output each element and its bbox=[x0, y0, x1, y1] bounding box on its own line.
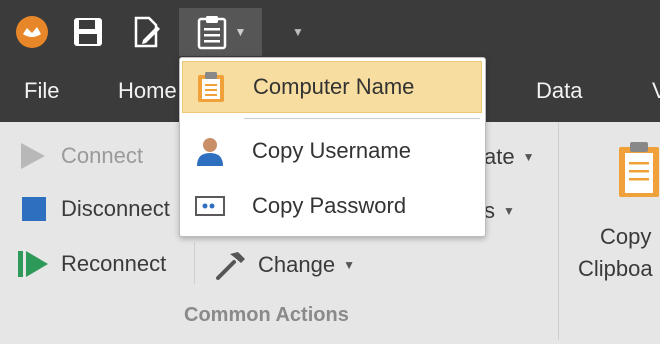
menu-item-computer-name[interactable]: Computer Name bbox=[182, 61, 482, 113]
stop-icon bbox=[22, 197, 46, 221]
connect-button[interactable]: Connect bbox=[16, 140, 143, 172]
save-icon bbox=[74, 18, 102, 46]
ribbon-group-divider bbox=[558, 122, 559, 340]
menu-item-copy-username[interactable]: Copy Username bbox=[182, 125, 482, 177]
menu-separator bbox=[244, 118, 480, 119]
partial-update-button[interactable]: ate ▼ bbox=[484, 144, 534, 170]
menu-home[interactable]: Home bbox=[118, 78, 177, 104]
menu-item-label: Copy Password bbox=[252, 193, 407, 218]
change-label: Change bbox=[258, 252, 336, 277]
chevron-down-icon: ▼ bbox=[343, 258, 355, 272]
group-label-common-actions: Common Actions bbox=[184, 304, 349, 326]
edit-document-icon bbox=[134, 16, 160, 48]
copy-label-line2: Clipboa bbox=[578, 256, 653, 281]
hammer-icon bbox=[216, 252, 245, 280]
copy-label-line1: Copy bbox=[600, 224, 652, 249]
menu-item-copy-password[interactable]: Copy Password bbox=[182, 180, 482, 232]
reconnect-icon bbox=[18, 251, 48, 277]
chevron-down-icon: ▼ bbox=[234, 25, 247, 39]
menu-partial[interactable]: V bbox=[652, 78, 660, 104]
clipboard-icon bbox=[619, 142, 659, 197]
change-button[interactable]: Change ▼ bbox=[214, 248, 355, 282]
copy-clipboard-button[interactable]: Copy Clipboa bbox=[578, 136, 660, 296]
partial-update-label: ate bbox=[484, 144, 515, 169]
clipboard-dropdown-menu: Computer Name Copy Username Copy Passwor… bbox=[179, 57, 486, 237]
user-icon bbox=[197, 138, 223, 166]
save-button[interactable] bbox=[66, 8, 110, 56]
clipboard-icon bbox=[198, 72, 224, 102]
customize-dropdown-icon: ▼ bbox=[292, 25, 304, 39]
chevron-down-icon: ▼ bbox=[522, 150, 535, 164]
menu-data[interactable]: Data bbox=[536, 78, 582, 104]
chevron-down-icon: ▼ bbox=[503, 204, 515, 218]
customize-toolbar-button[interactable]: ▼ bbox=[284, 8, 312, 56]
app-logo-button[interactable] bbox=[10, 8, 54, 56]
disconnect-label: Disconnect bbox=[61, 196, 170, 221]
menu-item-label: Copy Username bbox=[252, 138, 411, 163]
disconnect-button[interactable]: Disconnect bbox=[20, 195, 170, 223]
app-logo-icon bbox=[16, 16, 48, 48]
menu-file[interactable]: File bbox=[24, 78, 59, 104]
clipboard-icon bbox=[197, 16, 226, 50]
play-icon bbox=[21, 143, 45, 169]
connect-label: Connect bbox=[61, 143, 143, 168]
edit-document-button[interactable] bbox=[124, 8, 168, 56]
ribbon-row-divider bbox=[194, 242, 195, 284]
password-icon bbox=[195, 196, 225, 216]
clipboard-dropdown-button[interactable]: ▼ bbox=[179, 8, 262, 56]
reconnect-label: Reconnect bbox=[61, 251, 167, 276]
reconnect-button[interactable]: Reconnect bbox=[16, 248, 166, 280]
menu-item-label: Computer Name bbox=[253, 74, 415, 99]
partial-s-button[interactable]: s ▼ bbox=[484, 198, 515, 224]
